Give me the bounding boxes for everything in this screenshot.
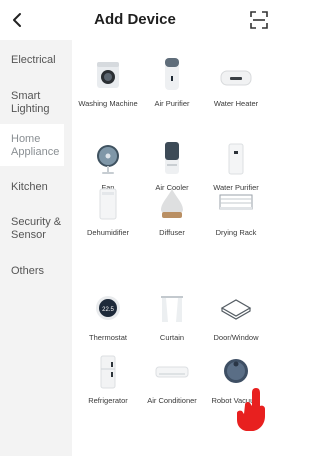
sidebar-item-label: Kitchen: [11, 181, 48, 193]
device-refrigerator[interactable]: Refrigerator: [74, 353, 142, 405]
sidebar-item-label: Home Appliance: [11, 133, 60, 158]
sidebar-item-label: Others: [11, 265, 45, 277]
tap-hand-icon: [237, 388, 265, 431]
add-device-screen: Add Device Electrical Smart Lighting Hom…: [0, 0, 270, 456]
device-label: Curtain: [159, 333, 185, 342]
device-door-window[interactable]: Door/Window: [202, 290, 270, 342]
curtain-icon: [161, 296, 183, 322]
device-washing-machine[interactable]: Washing Machine: [74, 56, 142, 108]
sidebar-item-kitchen[interactable]: Kitchen: [0, 181, 72, 194]
device-label: Door/Window: [213, 333, 259, 342]
water-heater-icon: [220, 70, 252, 86]
dehumidifier-icon: [99, 188, 117, 220]
device-label: Washing Machine: [78, 99, 138, 108]
device-water-heater[interactable]: Water Heater: [202, 56, 270, 108]
washing-machine-icon: [97, 62, 119, 88]
device-label: Water Heater: [213, 99, 259, 108]
sidebar-item-label: Smart Lighting: [11, 90, 50, 115]
sidebar-item-electrical[interactable]: Electrical: [0, 54, 72, 67]
device-drying-rack[interactable]: Drying Rack: [202, 185, 270, 237]
category-sidebar: Electrical Smart Lighting Home Appliance…: [0, 40, 72, 456]
device-label: Diffuser: [159, 228, 185, 237]
water-purifier-icon: [228, 143, 244, 175]
device-diffuser[interactable]: Diffuser: [138, 185, 206, 237]
drying-rack-icon: [219, 194, 253, 210]
sidebar-item-smart-lighting[interactable]: Smart Lighting: [0, 90, 64, 116]
device-label: Dehumidifier: [86, 228, 130, 237]
device-curtain[interactable]: Curtain: [138, 290, 206, 342]
scan-button[interactable]: [250, 11, 268, 29]
page-title: Add Device: [94, 11, 176, 28]
device-label: Thermostat: [89, 333, 127, 342]
sidebar-item-label: Security & Sensor: [11, 216, 62, 241]
device-thermostat[interactable]: 22.5 Thermostat: [74, 290, 142, 342]
device-label: Drying Rack: [215, 228, 257, 237]
sidebar-item-label: Electrical: [11, 54, 56, 66]
device-air-purifier[interactable]: Air Purifier: [138, 56, 206, 108]
air-purifier-icon: [165, 58, 179, 90]
sidebar-item-others[interactable]: Others: [0, 265, 72, 278]
air-conditioner-icon: [155, 366, 189, 378]
device-label: Air Conditioner: [147, 396, 197, 405]
device-label: Air Purifier: [154, 99, 190, 108]
fan-icon: [97, 145, 119, 174]
scan-icon: [250, 11, 268, 29]
device-dehumidifier[interactable]: Dehumidifier: [74, 185, 142, 237]
thermostat-icon: 22.5: [96, 296, 120, 320]
diffuser-icon: [161, 189, 183, 218]
air-cooler-icon: [165, 142, 179, 174]
door-window-icon: [220, 299, 252, 320]
sidebar-item-home-appliance[interactable]: Home Appliance: [0, 124, 64, 166]
device-label: Refrigerator: [88, 396, 128, 405]
thermostat-readout: 22.5: [102, 307, 114, 313]
refrigerator-icon: [100, 355, 116, 389]
device-air-conditioner[interactable]: Air Conditioner: [138, 353, 206, 405]
header-bar: Add Device: [0, 0, 270, 40]
sidebar-item-security-sensor[interactable]: Security & Sensor: [0, 216, 64, 242]
